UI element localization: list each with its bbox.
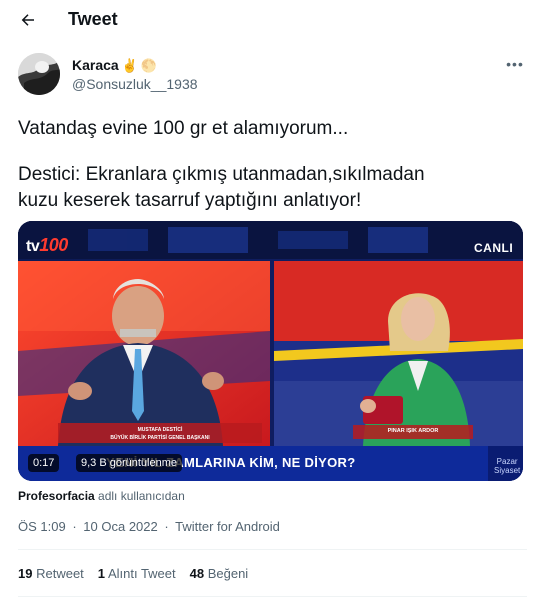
arrow-left-icon [21,14,34,26]
retweet-label: Retweet [36,566,84,581]
attribution-user[interactable]: Profesorfacia [18,489,95,503]
page-title: Tweet [68,9,118,29]
ticker-side-day: Pazar [496,457,518,466]
divider [18,549,527,550]
victory-hand-emoji: ✌️ [121,57,138,73]
view-count: 9,3 B görüntülenme [76,454,183,472]
lower-third-right: PINAR IŞIK ARDOR [387,428,439,434]
attribution-suffix: adlı kullanıcıdan [98,489,185,503]
channel-logo: tv100 [26,235,68,256]
video-frame [18,221,523,481]
top-bar: Tweet [0,0,545,40]
ticker-side-label: Pazar Siyaset [494,457,520,475]
quote-label: Alıntı Tweet [107,566,176,581]
quote-number: 1 [97,566,106,581]
tweet-source[interactable]: Twitter for Android [175,519,280,534]
lower-third-left: MUSTAFA DESTİCİ BÜYÜK BİRLİK PARTİSİ GEN… [60,426,260,442]
like-number: 48 [189,566,205,581]
moon-emoji: 🌕 [140,57,158,73]
media-attribution: Profesorfacia adlı kullanıcıdan [18,489,185,503]
author-name-text: Karaca [72,57,119,73]
ticker-side-program: Siyaset [494,466,521,475]
live-badge: CANLI [474,241,514,255]
tweet-time[interactable]: ÖS 1:09 [18,519,66,534]
more-options-button[interactable]: ••• [504,56,526,72]
tweet-meta: ÖS 1:09 · 10 Oca 2022 · Twitter for Andr… [18,519,280,534]
tweet-stats: 19 Retweet 1 Alıntı Tweet 48 Beğeni [18,566,262,581]
like-label: Beğeni [207,566,249,581]
tweet-line: Destici: Ekranlara çıkmış utanmadan,sıkı… [18,164,425,185]
back-button[interactable] [14,6,42,34]
author-handle[interactable]: @Sonsuzluk__1938 [72,76,198,92]
meta-separator: · [164,519,169,534]
tweet-text: Vatandaş evine 100 gr et alamıyorum... D… [18,116,518,214]
tweet-line: kuzu keserek tasarruf yaptığını anlatıyo… [18,190,362,211]
tweet-line: Vatandaş evine 100 gr et alamıyorum... [18,118,349,139]
like-count[interactable]: 48 Beğeni [190,566,249,581]
meta-separator: · [72,519,77,534]
quote-count[interactable]: 1 Alıntı Tweet [98,566,176,581]
avatar[interactable] [18,53,60,95]
retweet-number: 19 [18,566,33,581]
video-timestamp: 0:17 [28,454,60,472]
guest-title: BÜYÜK BİRLİK PARTİSİ GENEL BAŞKANI [110,435,210,441]
author-name[interactable]: Karaca ✌️ 🌕 [72,57,157,73]
guest-name: MUSTAFA DESTİCİ [137,427,183,433]
channel-logo-text: tv [26,238,40,255]
retweet-count[interactable]: 19 Retweet [18,566,84,581]
tweet-date[interactable]: 10 Oca 2022 [83,519,157,534]
channel-logo-number: 100 [39,235,68,255]
video-player[interactable]: tv100 CANLI MUSTAFA DESTİCİ BÜYÜK BİRLİK… [18,221,523,481]
ellipsis-icon: ••• [506,56,524,72]
divider [18,596,527,597]
avatar-image [18,53,60,95]
